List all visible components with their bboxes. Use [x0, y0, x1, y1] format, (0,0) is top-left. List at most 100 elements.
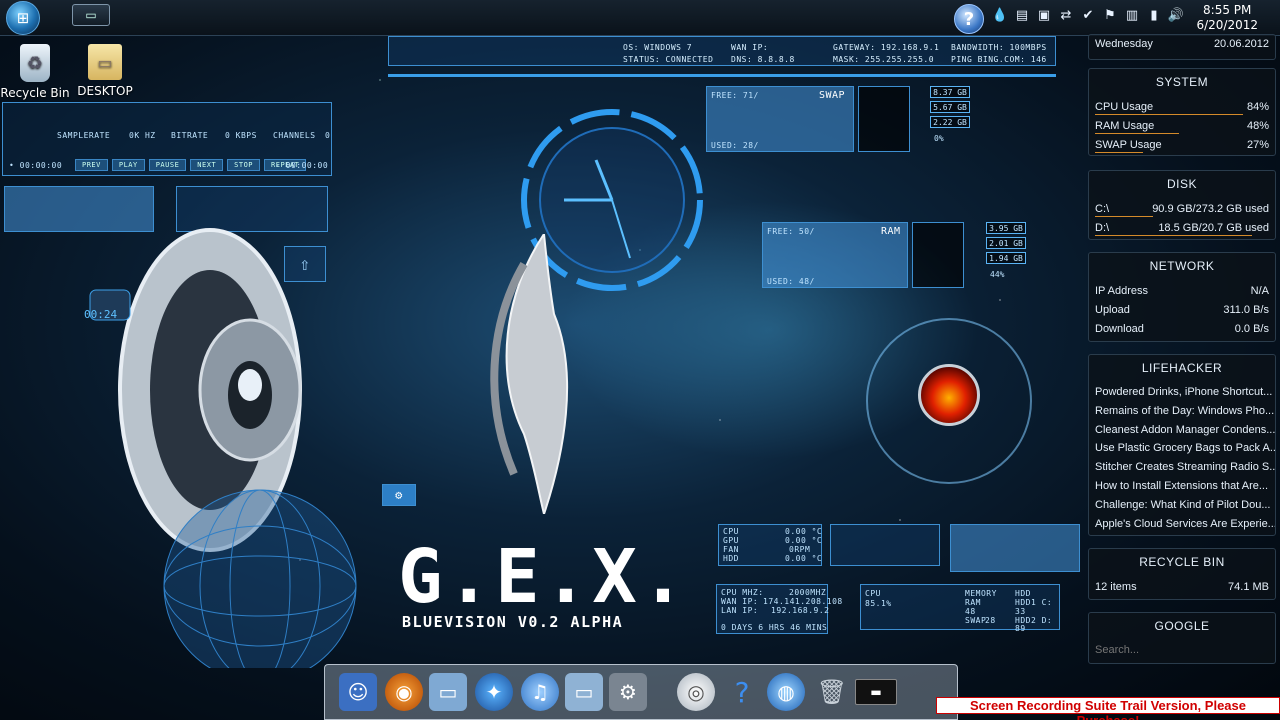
swap-percent: 0%: [934, 134, 944, 143]
temperature-panel: CPU 0.00 °C GPU 0.00 °C FAN 0RPM HDD 0.0…: [718, 524, 822, 566]
system-title: SYSTEM: [1155, 75, 1209, 89]
help-icon[interactable]: ?: [954, 4, 984, 34]
folder-icon[interactable]: ▭: [429, 673, 467, 711]
fan-value: 0RPM: [789, 545, 811, 554]
wireframe-planet: [163, 489, 357, 668]
prev-button[interactable]: PREV: [75, 159, 108, 171]
ram-used: USED: 48/: [767, 277, 815, 286]
dock-bar: ☺ ◉ ▭ ✦ ♫ ▭ ⚙ ◎ ? ◍ 🗑 ▬: [324, 664, 958, 720]
swap-title: SWAP: [819, 90, 846, 101]
desktop-icon-label: Recycle Bin: [0, 86, 70, 100]
swap-panel: FREE: 71/ SWAP USED: 28/: [706, 86, 854, 152]
channels-value: 0: [325, 131, 331, 140]
swap-used-value: 2.22 GB: [930, 116, 970, 128]
news-item[interactable]: Cleanest Addon Manager Condens...: [1089, 421, 1275, 440]
news-item[interactable]: Challenge: What Kind of Pilot Dou...: [1089, 496, 1275, 515]
next-button[interactable]: NEXT: [190, 159, 224, 171]
lower-indicator-icon: ⚙: [382, 484, 416, 506]
weekday-text: Wednesday: [1095, 38, 1153, 50]
start-button[interactable]: ⊞: [6, 1, 40, 35]
lifehacker-title[interactable]: LIFEHACKER: [1089, 355, 1275, 383]
network-icon[interactable]: ⇄: [1058, 6, 1074, 24]
cpu-small-label: CPU: [865, 589, 881, 598]
upload-row: Upload 311.0 B/s: [1089, 300, 1275, 319]
bitrate-label: BITRATE: [171, 131, 209, 140]
wan-ip-label: WAN IP:: [721, 597, 759, 606]
disk-d-label: D:\: [1095, 221, 1110, 234]
folder-icon[interactable]: ▭: [565, 673, 603, 711]
samplerate-label: SAMPLERATE: [57, 131, 111, 140]
taskbar-window-button[interactable]: ▭: [72, 4, 110, 26]
os-text: OS: WINDOWS 7: [623, 43, 693, 52]
news-item[interactable]: Remains of the Day: Windows Pho...: [1089, 402, 1275, 421]
news-item[interactable]: How to Install Extensions that Are...: [1089, 477, 1275, 496]
desktop-icon-recycle-bin[interactable]: ♻ Recycle Bin: [0, 44, 70, 100]
google-search-input[interactable]: [1095, 641, 1269, 659]
uptime-value: 0 DAYS 6 HRS 46 MINS: [721, 623, 828, 632]
cpu-usage-value: 84%: [1246, 100, 1269, 113]
google-title: GOOGLE: [1154, 619, 1210, 633]
ram-panel: FREE: 50/ RAM USED: 48/: [762, 222, 908, 288]
ram-total: 3.95 GB: [986, 222, 1026, 234]
news-item[interactable]: Use Plastic Grocery Bags to Pack A...: [1089, 439, 1275, 458]
itunes-icon[interactable]: ♫: [521, 673, 559, 711]
disk-c-bar: [1095, 216, 1154, 217]
news-item[interactable]: Powdered Drinks, iPhone Shortcut...: [1089, 383, 1275, 402]
mask-text: MASK: 255.255.255.0: [833, 55, 935, 64]
device-icon[interactable]: ▥: [1124, 6, 1140, 24]
ram-free: FREE: 50/: [767, 227, 815, 236]
news-item[interactable]: Stitcher Creates Streaming Radio S...: [1089, 458, 1275, 477]
desktop-icon-desktop-folder[interactable]: ▭ DESKTOP: [70, 44, 140, 98]
bandwidth-text: BANDWIDTH: 100MBPS: [951, 43, 1047, 52]
news-item[interactable]: Apple's Cloud Services Are Experie...: [1089, 515, 1275, 534]
cpu-graph-panel: [830, 524, 940, 566]
finder-icon[interactable]: ☺: [339, 673, 377, 711]
cpu-mhz-value: 2000MHZ: [789, 588, 827, 597]
upload-value: 311.0 B/s: [1223, 303, 1269, 316]
settings-icon[interactable]: ⚙: [609, 673, 647, 711]
swap-free: FREE: 71/: [711, 91, 759, 100]
elapsed-time: • 00:00:00: [9, 161, 63, 170]
battery-icon[interactable]: ▮: [1146, 6, 1162, 24]
gpu-temp-value: 0.00 °C: [785, 536, 823, 545]
channels-label: CHANNELS: [273, 131, 316, 140]
swap-used: USED: 28/: [711, 141, 759, 150]
recycle-bin-gadget[interactable]: RECYCLE BIN 12 items 74.1 MB: [1088, 548, 1276, 600]
help-icon[interactable]: ?: [723, 673, 761, 711]
disc-icon[interactable]: ◎: [677, 673, 715, 711]
browser-icon[interactable]: ✦: [475, 673, 513, 711]
volume-icon[interactable]: 🔊: [1168, 6, 1184, 24]
shield-icon[interactable]: ✔: [1080, 6, 1096, 24]
cpu-small-value: 85.1%: [865, 599, 892, 608]
download-row: Download 0.0 B/s: [1089, 319, 1275, 338]
trash-icon[interactable]: 🗑: [813, 673, 851, 711]
network-gadget: NETWORK IP Address N/A Upload 311.0 B/s …: [1088, 252, 1276, 342]
drop-icon[interactable]: 💧: [992, 6, 1008, 24]
play-button[interactable]: PLAY: [111, 159, 145, 171]
lan-ip-value: 192.168.9.2: [771, 606, 830, 615]
image-icon[interactable]: ▣: [1036, 6, 1052, 24]
drive-icon[interactable]: ▤: [1014, 6, 1030, 24]
firefox-icon[interactable]: ◉: [385, 673, 423, 711]
terminal-icon[interactable]: ▬: [855, 679, 897, 705]
upload-label: Upload: [1095, 303, 1130, 316]
disk-d-bar: [1095, 235, 1252, 236]
download-value: 0.0 B/s: [1234, 322, 1269, 335]
red-eye-button[interactable]: [918, 364, 980, 426]
flag-icon[interactable]: ⚑: [1102, 6, 1118, 24]
clock-time: 8:55 PM: [1203, 3, 1252, 17]
gex-logo-title: G.E.X.: [398, 534, 690, 620]
disk-title: DISK: [1166, 177, 1197, 191]
pause-button[interactable]: PAUSE: [148, 159, 187, 171]
globe-icon[interactable]: ◍: [767, 673, 805, 711]
network-info-strip: OS: WINDOWS 7 STATUS: CONNECTED WAN IP: …: [388, 36, 1056, 66]
gateway-text: GATEWAY: 192.168.9.1: [833, 43, 940, 52]
cpu-usage-bar: [1095, 114, 1243, 115]
hdd-temp-label: HDD: [723, 554, 739, 563]
remaining-time: - 00:00:00: [275, 161, 329, 170]
silver-emblem-graphic: [490, 234, 569, 514]
ram-title: RAM: [881, 226, 901, 237]
recycle-bin-size: 74.1 MB: [1228, 580, 1269, 593]
taskbar-clock[interactable]: 8:55 PM 6/20/2012: [1196, 3, 1258, 33]
stop-button[interactable]: STOP: [227, 159, 261, 171]
